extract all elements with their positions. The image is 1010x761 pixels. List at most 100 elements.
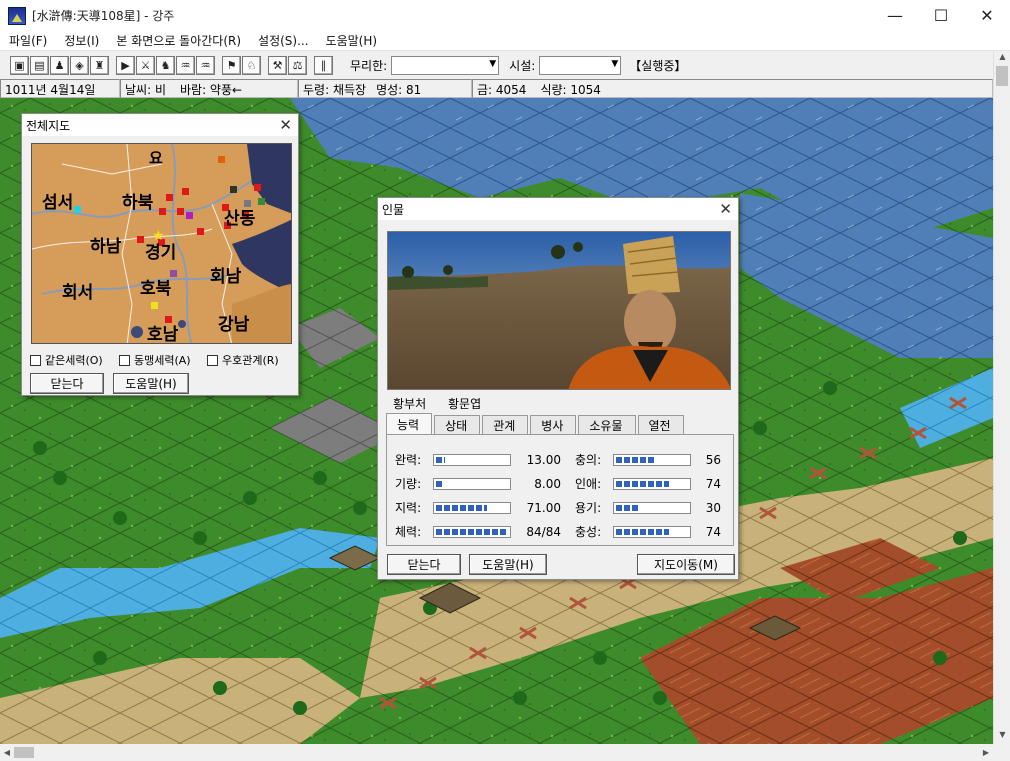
world-map-dialog: 전체지도 ✕ ★ 요 섬서 하북 산동 하남 경기 회서 호북 회남 강남 호남… xyxy=(21,113,299,396)
toolbar-balance-icon[interactable]: ⚖ xyxy=(288,55,307,75)
stat-value: 71.00 xyxy=(526,500,561,515)
stat-bar xyxy=(613,453,691,466)
world-map-help-button[interactable]: 도움말(H) xyxy=(113,373,189,394)
stat-row-courage: 용기: 30 xyxy=(575,499,721,516)
stat-bar-fill xyxy=(616,504,638,511)
stat-bar xyxy=(433,477,511,490)
stat-label: 기량: xyxy=(395,477,422,491)
scroll-right-icon[interactable]: ▶ xyxy=(979,744,993,761)
region-label-gyeonggi: 경기 xyxy=(145,243,177,263)
muri-label: 무리한: xyxy=(350,58,388,73)
tab-soldiers[interactable]: 병사 xyxy=(530,415,577,434)
vertical-scrollbar[interactable]: ▲ ▼ xyxy=(993,52,1010,744)
menu-file[interactable]: 파일(F) xyxy=(0,32,55,49)
move-to-map-button[interactable]: 지도이동(M) xyxy=(637,554,735,575)
toolbar-list-icon[interactable]: ▤ xyxy=(30,55,49,75)
status-leader-cell: 두령: 채득장 명성: 81 xyxy=(298,79,472,98)
toolbar-map-icon[interactable]: ▣ xyxy=(10,55,29,75)
region-label-gangnam: 강남 xyxy=(218,315,250,335)
toolbar-flag-icon[interactable]: ⚑ xyxy=(222,55,241,75)
same-faction-label: 같은세력(O) xyxy=(45,354,103,367)
friendly-relation-checkbox-box[interactable] xyxy=(207,354,218,366)
facility-label: 시설: xyxy=(509,58,536,73)
allied-faction-checkbox[interactable]: 동맹세력(A) xyxy=(119,352,191,368)
run-status: 【실행중】 xyxy=(629,58,687,73)
person-close-icon[interactable]: ✕ xyxy=(719,200,732,218)
region-label-yo: 요 xyxy=(149,149,163,167)
window-title: [水滸傳:天導108星] - 강주 xyxy=(32,9,175,23)
status-weather-cell: 날씨: 비 바람: 약풍← xyxy=(120,79,298,98)
status-fame: 명성: 81 xyxy=(376,83,422,97)
horizontal-scroll-thumb[interactable] xyxy=(14,747,34,758)
scroll-left-icon[interactable]: ◀ xyxy=(0,744,14,761)
toolbar-castle-icon[interactable]: ♜ xyxy=(90,55,109,75)
toolbar-cavalry-icon[interactable]: ♞ xyxy=(156,55,175,75)
stat-label: 인애: xyxy=(575,477,602,491)
allied-faction-checkbox-box[interactable] xyxy=(119,354,130,366)
stat-row-loyalty: 충의: 56 xyxy=(575,451,721,468)
status-food: 식량: 1054 xyxy=(540,83,601,97)
friendly-relation-checkbox[interactable]: 우호관계(R) xyxy=(207,352,279,368)
scroll-up-icon[interactable]: ▲ xyxy=(994,52,1010,66)
region-label-sandong: 산동 xyxy=(224,209,256,229)
menu-settings[interactable]: 설정(S)... xyxy=(249,32,317,49)
stat-row-stamina: 체력: 84/84 xyxy=(395,523,561,540)
stat-bar-fill xyxy=(436,504,487,511)
tab-biography[interactable]: 열전 xyxy=(637,415,684,434)
same-faction-checkbox[interactable]: 같은세력(O) xyxy=(30,352,103,368)
toolbar-view-icon[interactable]: ◈ xyxy=(70,55,89,75)
stat-label: 지력: xyxy=(395,501,422,515)
world-map-close-icon[interactable]: ✕ xyxy=(279,116,292,134)
world-map-close-button[interactable]: 닫는다 xyxy=(30,373,104,394)
facility-select[interactable] xyxy=(539,55,622,75)
stat-bar xyxy=(433,501,511,514)
person-close-button[interactable]: 닫는다 xyxy=(387,554,461,575)
status-wind: 바람: 약풍← xyxy=(179,83,243,97)
stat-bar-fill xyxy=(436,480,442,487)
toolbar-person-icon[interactable]: ♟ xyxy=(50,55,69,75)
stat-label: 충의: xyxy=(575,453,602,467)
tab-possessions[interactable]: 소유물 xyxy=(578,415,636,434)
tab-ability[interactable]: 능력 xyxy=(386,413,433,434)
person-dialog: 인물 ✕ 황부처 황문엽 능력 상태 관계 병사 소유물 열전 완력: 13.0… xyxy=(377,197,739,580)
maximize-button[interactable]: ☐ xyxy=(918,0,964,31)
scroll-down-icon[interactable]: ▼ xyxy=(994,730,1010,744)
allied-faction-label: 동맹세력(A) xyxy=(134,354,191,367)
vertical-scroll-thumb[interactable] xyxy=(996,66,1008,86)
toolbar-group-2: ▶ ⚔ ♞ ♒ ♒ xyxy=(116,55,216,75)
muri-select[interactable] xyxy=(391,55,500,75)
toolbar-pause-icon[interactable]: ∥ xyxy=(314,55,333,75)
tab-status[interactable]: 상태 xyxy=(434,415,481,434)
stat-bar-fill xyxy=(436,528,508,535)
scrollbar-corner xyxy=(993,744,1010,761)
stat-value: 30 xyxy=(705,500,721,515)
stat-bar xyxy=(613,477,691,490)
menu-return[interactable]: 본 화면으로 돌아간다(R) xyxy=(107,32,249,49)
person-tabs: 능력 상태 관계 병사 소유물 열전 xyxy=(386,413,686,434)
toolbar-horse-icon[interactable]: ♘ xyxy=(242,55,261,75)
tab-relations[interactable]: 관계 xyxy=(482,415,529,434)
toolbar-army-icon[interactable]: ⚔ xyxy=(136,55,155,75)
stat-row-benevolence: 인애: 74 xyxy=(575,475,721,492)
region-label-habuk: 하북 xyxy=(122,193,154,213)
minimize-button[interactable]: — xyxy=(872,0,918,31)
person-help-button[interactable]: 도움말(H) xyxy=(469,554,547,575)
menu-help[interactable]: 도움말(H) xyxy=(317,32,386,49)
stat-value: 13.00 xyxy=(526,452,561,467)
horizontal-scrollbar[interactable]: ◀ ▶ xyxy=(0,744,993,761)
toolbar-ship-icon[interactable]: ♒ xyxy=(196,55,215,75)
toolbar-play-icon[interactable]: ▶ xyxy=(116,55,135,75)
menu-info[interactable]: 정보(I) xyxy=(55,32,107,49)
toolbar-build-icon[interactable]: ⚒ xyxy=(268,55,287,75)
world-map-canvas[interactable]: ★ 요 섬서 하북 산동 하남 경기 회서 호북 회남 강남 호남 xyxy=(31,143,292,344)
toolbar-water-icon[interactable]: ♒ xyxy=(176,55,195,75)
same-faction-checkbox-box[interactable] xyxy=(30,354,41,366)
region-label-hoenam: 회남 xyxy=(210,267,242,287)
stat-bar-fill xyxy=(616,528,669,535)
person-title-bar: 인물 ✕ xyxy=(378,198,738,220)
stat-value: 74 xyxy=(705,524,721,539)
stat-row-strength: 완력: 13.00 xyxy=(395,451,561,468)
close-window-button[interactable]: ✕ xyxy=(964,0,1010,31)
friendly-relation-label: 우호관계(R) xyxy=(222,354,279,367)
region-label-hanam: 하남 xyxy=(90,237,122,257)
